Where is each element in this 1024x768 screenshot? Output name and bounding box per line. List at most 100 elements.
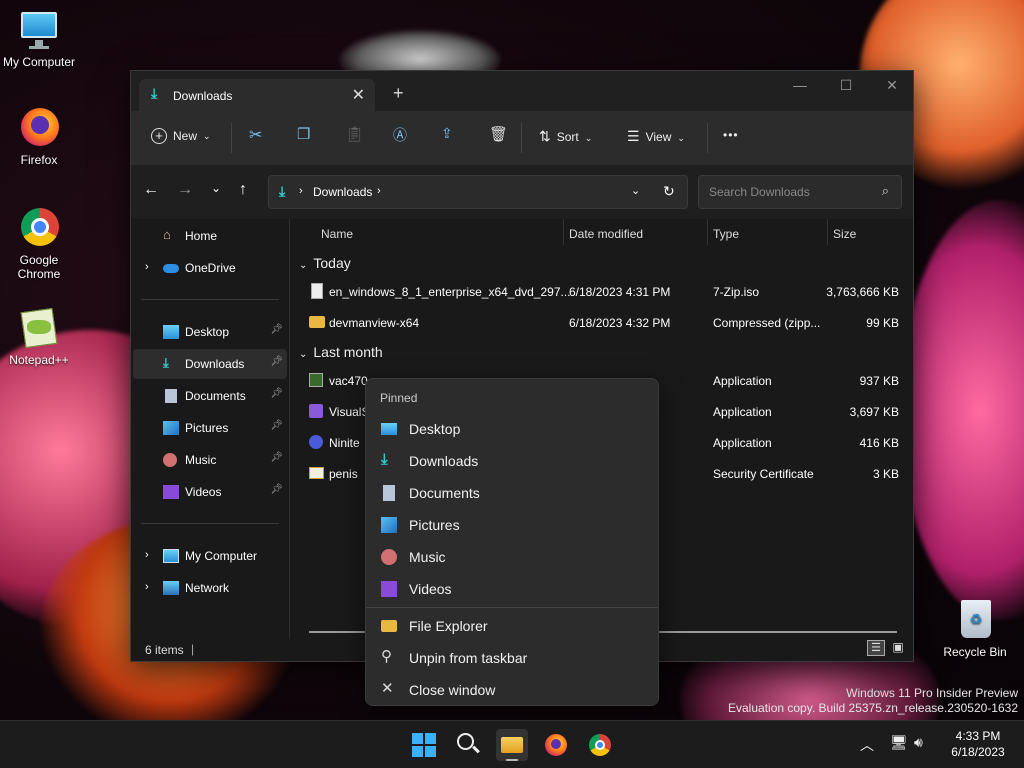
- tiles-view-icon[interactable]: ▣: [889, 640, 907, 656]
- address-row: ← → ⌄ ↑ ⤓ › Downloads › ⌄ ↻ Search Downl…: [131, 165, 913, 219]
- sidebar-item-label: Home: [185, 229, 218, 243]
- tab-downloads[interactable]: ⤓ Downloads ✕: [139, 79, 375, 111]
- jump-list-label: Music: [409, 549, 446, 565]
- file-date: 6/18/2023 4:32 PM: [569, 316, 671, 330]
- file-size: 99 KB: [866, 316, 899, 330]
- folder-icon: [381, 620, 397, 632]
- minimize-button[interactable]: —: [777, 77, 823, 93]
- desktop-icon-firefox[interactable]: Firefox: [1, 106, 77, 167]
- close-window-button[interactable]: ✕: [869, 77, 915, 94]
- address-bar[interactable]: ⤓ › Downloads › ⌄ ↻: [268, 175, 688, 209]
- pin-icon: 📌︎: [270, 356, 283, 367]
- jump-list-item-file-explorer[interactable]: File Explorer: [366, 610, 658, 642]
- clock[interactable]: 4:33 PM 6/18/2023: [944, 728, 1012, 760]
- sidebar-item-label: OneDrive: [185, 261, 236, 275]
- firefox-taskbar-button[interactable]: [540, 729, 572, 761]
- file-type: 7-Zip.iso: [713, 285, 760, 299]
- back-arrow-icon[interactable]: ←: [143, 181, 159, 199]
- breadcrumb-separator-icon: ›: [299, 185, 303, 197]
- group-header-last-month[interactable]: ⌄ Last month: [299, 344, 383, 360]
- pin-icon: 📌︎: [270, 452, 283, 463]
- expand-chevron-icon: ›: [145, 261, 149, 273]
- sidebar-item-music[interactable]: Music 📌︎: [133, 445, 287, 475]
- paste-icon[interactable]: 📋︎: [345, 125, 364, 143]
- sidebar-item-network[interactable]: › Network: [133, 573, 287, 603]
- show-hidden-icons-chevron[interactable]: ︿: [860, 735, 874, 755]
- download-icon: ⤓: [279, 183, 286, 199]
- search-icon: ⌕: [881, 183, 889, 198]
- column-header-date[interactable]: Date modified: [569, 227, 643, 241]
- jump-list-item-videos[interactable]: Videos: [366, 573, 658, 605]
- group-header-today[interactable]: ⌄ Today: [299, 255, 351, 271]
- table-row[interactable]: devmanview-x64 6/18/2023 4:32 PM Compres…: [291, 308, 911, 338]
- new-button[interactable]: + New ⌄: [151, 128, 211, 144]
- new-tab-button[interactable]: +: [393, 83, 404, 104]
- jump-list-item-downloads[interactable]: ⤓ Downloads: [366, 445, 658, 477]
- sidebar-item-my-computer[interactable]: › My Computer: [133, 541, 287, 571]
- search-input[interactable]: Search Downloads: [709, 185, 810, 199]
- desktop-icon-google-chrome[interactable]: Google Chrome: [1, 206, 77, 281]
- sidebar-item-desktop[interactable]: Desktop 📌︎: [133, 317, 287, 347]
- sort-button[interactable]: ⇅ Sort ⌄: [539, 128, 592, 145]
- maximize-button[interactable]: ☐: [823, 77, 869, 94]
- jump-list-item-music[interactable]: Music: [366, 541, 658, 573]
- column-header-name[interactable]: Name: [321, 227, 353, 241]
- start-button[interactable]: [408, 729, 440, 761]
- sort-icon: ⇅: [539, 128, 551, 144]
- firefox-icon: [17, 106, 61, 150]
- column-header-size[interactable]: Size: [833, 227, 856, 241]
- jump-list-item-unpin[interactable]: ⚲ Unpin from taskbar: [366, 642, 658, 674]
- chrome-taskbar-button[interactable]: [584, 729, 616, 761]
- breadcrumb-downloads[interactable]: Downloads: [313, 185, 372, 199]
- view-button[interactable]: ☰ View ⌄: [627, 128, 685, 145]
- search-box[interactable]: Search Downloads ⌕: [698, 175, 902, 209]
- jump-list-item-close-window[interactable]: ✕ Close window: [366, 674, 658, 706]
- desktop-icon-notepad-plus-plus[interactable]: Notepad++: [1, 306, 77, 367]
- sidebar-item-videos[interactable]: Videos 📌︎: [133, 477, 287, 507]
- sidebar-item-documents[interactable]: Documents 📌︎: [133, 381, 287, 411]
- jump-list-item-documents[interactable]: Documents: [366, 477, 658, 509]
- share-icon[interactable]: ⇪: [441, 125, 453, 142]
- jump-list-label: File Explorer: [409, 618, 488, 634]
- details-view-icon[interactable]: ☰: [867, 640, 885, 656]
- copy-icon[interactable]: ❐: [297, 125, 310, 143]
- volume-icon[interactable]: 🔊︎: [914, 734, 923, 751]
- jump-list-label: Pictures: [409, 517, 460, 533]
- file-size: 3,763,666 KB: [826, 285, 899, 299]
- file-explorer-taskbar-button[interactable]: [496, 729, 528, 761]
- refresh-icon[interactable]: ↻: [663, 183, 675, 200]
- more-options-button[interactable]: •••: [723, 128, 739, 142]
- cut-icon[interactable]: ✂: [249, 125, 262, 145]
- jump-list-label: Unpin from taskbar: [409, 650, 528, 666]
- desktop-icon-my-computer[interactable]: My Computer: [1, 8, 77, 69]
- forward-arrow-icon[interactable]: →: [177, 181, 193, 199]
- sidebar-item-label: Music: [185, 453, 217, 467]
- file-name: en_windows_8_1_enterprise_x64_dvd_297...: [329, 285, 571, 299]
- recent-locations-icon[interactable]: ⌄: [211, 181, 221, 195]
- jump-list-label: Close window: [409, 682, 496, 698]
- column-header-type[interactable]: Type: [713, 227, 739, 241]
- close-tab-icon[interactable]: ✕: [352, 85, 365, 105]
- sidebar-item-downloads[interactable]: ⤓ Downloads 📌︎: [133, 349, 287, 379]
- network-status-icon[interactable]: 🖥︎: [890, 734, 908, 751]
- document-icon: [383, 485, 395, 501]
- download-icon: ⤓: [381, 451, 388, 468]
- ninite-icon: [309, 435, 323, 449]
- address-dropdown-icon[interactable]: ⌄: [631, 184, 640, 197]
- file-type: Compressed (zipp...: [713, 316, 821, 330]
- jump-list-item-desktop[interactable]: Desktop: [366, 413, 658, 445]
- search-button[interactable]: [452, 729, 484, 761]
- taskbar: ︿ 🖥︎ 🔊︎ 4:33 PM 6/18/2023: [0, 720, 1024, 768]
- jump-list-item-pictures[interactable]: Pictures: [366, 509, 658, 541]
- file-size: 3,697 KB: [849, 405, 899, 419]
- up-arrow-icon[interactable]: ↑: [239, 181, 247, 199]
- table-row[interactable]: en_windows_8_1_enterprise_x64_dvd_297...…: [291, 277, 911, 307]
- clock-date: 6/18/2023: [951, 745, 1005, 759]
- download-icon: ⤓: [163, 355, 169, 370]
- sidebar-item-home[interactable]: ⌂ Home: [133, 221, 287, 251]
- rename-icon[interactable]: Ⓐ: [393, 125, 407, 145]
- delete-icon[interactable]: 🗑︎: [489, 125, 508, 143]
- desktop-icon-recycle-bin[interactable]: ♻ Recycle Bin: [937, 598, 1013, 659]
- sidebar-item-onedrive[interactable]: › OneDrive: [133, 253, 287, 283]
- sidebar-item-pictures[interactable]: Pictures 📌︎: [133, 413, 287, 443]
